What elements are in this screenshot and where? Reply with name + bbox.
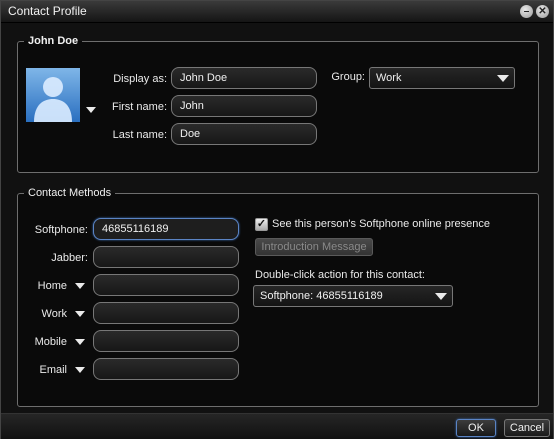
- person-silhouette-icon: [34, 77, 72, 122]
- work-field[interactable]: [93, 302, 239, 324]
- chevron-down-icon: [497, 75, 509, 82]
- double-click-action-label: Double-click action for this contact:: [255, 269, 425, 281]
- contact-methods-legend: Contact Methods: [28, 187, 112, 199]
- group-label: Group:: [331, 71, 365, 83]
- dialog-button-bar: OK Cancel: [1, 413, 553, 439]
- email-type-chevron-icon[interactable]: [75, 367, 85, 373]
- first-name-label: First name:: [111, 101, 167, 113]
- home-type-chevron-icon[interactable]: [75, 283, 85, 289]
- cancel-button[interactable]: Cancel: [504, 419, 550, 437]
- email-type-label[interactable]: Email: [21, 364, 67, 376]
- minimize-icon[interactable]: –: [520, 5, 533, 18]
- work-type-chevron-icon[interactable]: [75, 311, 85, 317]
- work-type-label[interactable]: Work: [21, 308, 67, 320]
- double-click-action-value: Softphone: 46855116189: [260, 290, 383, 302]
- jabber-field[interactable]: [93, 246, 239, 268]
- group-select[interactable]: Work: [369, 67, 515, 89]
- ok-button[interactable]: OK: [456, 419, 496, 437]
- last-name-label: Last name:: [112, 129, 167, 141]
- display-as-field[interactable]: John Doe: [171, 67, 317, 89]
- softphone-label: Softphone:: [34, 224, 88, 236]
- home-field[interactable]: [93, 274, 239, 296]
- mobile-type-label[interactable]: Mobile: [21, 336, 67, 348]
- mobile-field[interactable]: [93, 330, 239, 352]
- home-type-label[interactable]: Home: [21, 280, 67, 292]
- title-bar: Contact Profile – ✕: [1, 1, 553, 23]
- softphone-field[interactable]: 46855116189: [93, 218, 239, 240]
- double-click-action-select[interactable]: Softphone: 46855116189: [253, 285, 453, 307]
- avatar-menu-chevron-icon[interactable]: [86, 107, 96, 113]
- first-name-field[interactable]: John: [171, 95, 317, 117]
- profile-group-legend: John Doe: [28, 35, 79, 47]
- close-icon[interactable]: ✕: [536, 5, 549, 18]
- jabber-label: Jabber:: [51, 252, 88, 264]
- group-select-value: Work: [376, 72, 402, 84]
- avatar[interactable]: [26, 68, 80, 122]
- dialog-content: John Doe Display as: John Doe First name…: [1, 23, 553, 413]
- last-name-field[interactable]: Doe: [171, 123, 317, 145]
- chevron-down-icon: [435, 293, 447, 300]
- display-as-label: Display as:: [113, 73, 167, 85]
- email-field[interactable]: [93, 358, 239, 380]
- presence-checkbox[interactable]: ✓: [255, 218, 268, 231]
- introduction-message-button[interactable]: Introduction Message: [255, 238, 373, 256]
- mobile-type-chevron-icon[interactable]: [75, 339, 85, 345]
- presence-checkbox-label[interactable]: See this person's Softphone online prese…: [272, 218, 490, 230]
- window-title: Contact Profile: [8, 4, 87, 18]
- contact-profile-window: Contact Profile – ✕ John Doe Display as:…: [0, 0, 554, 439]
